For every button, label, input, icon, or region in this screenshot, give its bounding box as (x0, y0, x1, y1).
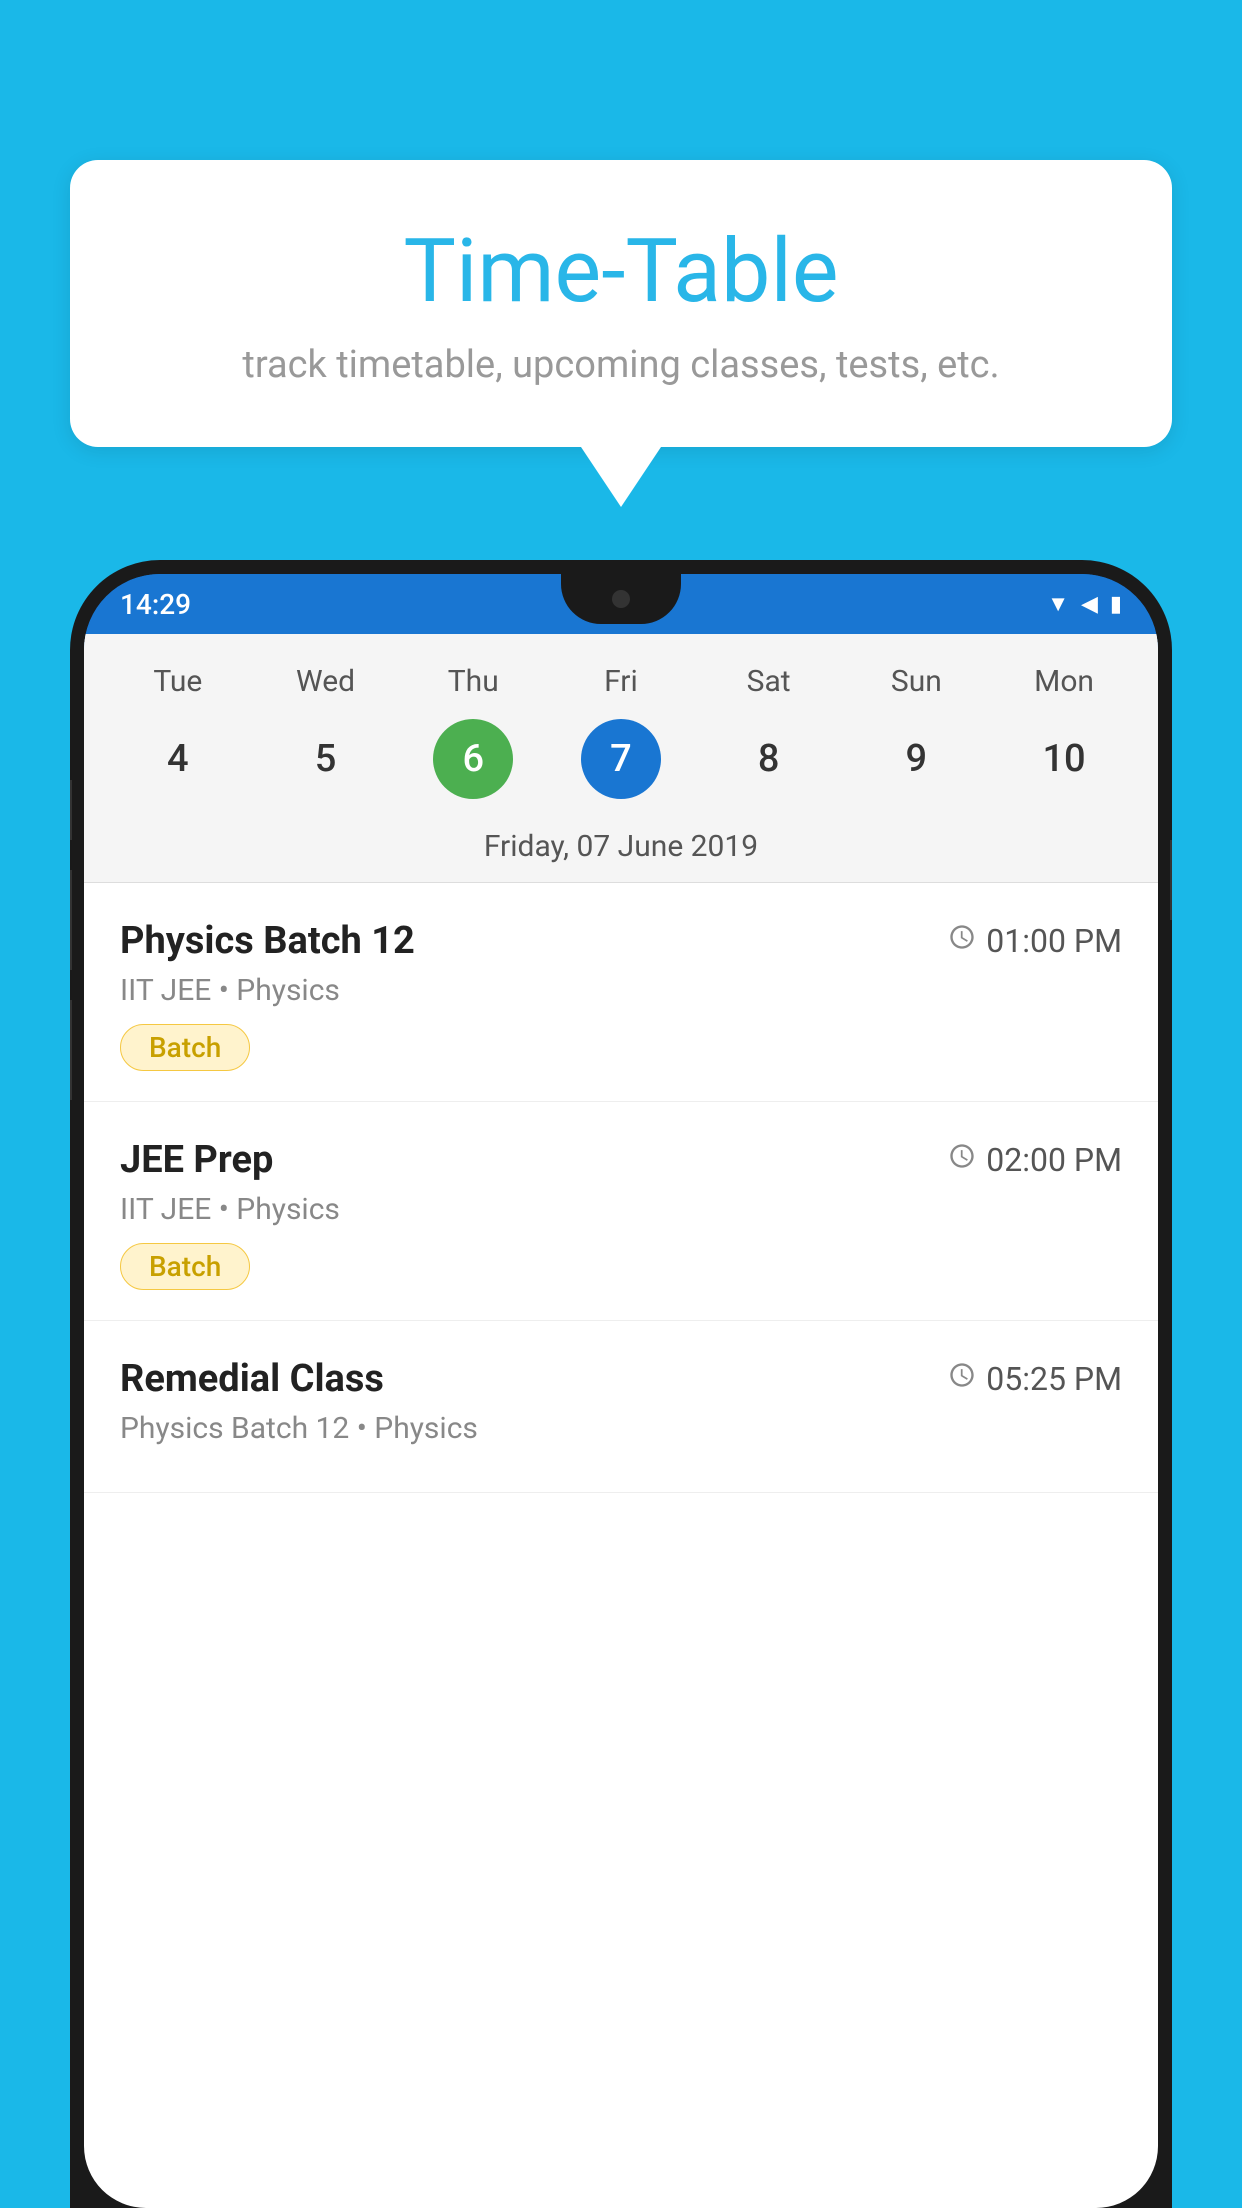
day-6-today[interactable]: 6 (433, 719, 513, 799)
schedule-list: Physics Batch 12 01:00 PM IIT JEE • Phys… (84, 883, 1158, 1493)
clock-icon-1 (948, 923, 976, 959)
schedule-item-time-1: 01:00 PM (948, 922, 1122, 960)
day-8[interactable]: 8 (729, 719, 809, 799)
screen-content: Tue Wed Thu Fri Sat Sun Mon 4 5 6 7 8 9 … (84, 634, 1158, 2208)
speech-bubble-arrow (581, 447, 661, 507)
wifi-icon (1047, 591, 1069, 617)
schedule-item-time-3: 05:25 PM (948, 1360, 1122, 1398)
clock-icon-3 (948, 1361, 976, 1397)
volume-up-button[interactable] (70, 780, 72, 840)
day-header-wed: Wed (261, 664, 391, 699)
schedule-item-subtitle-1: IIT JEE • Physics (120, 973, 1122, 1008)
battery-icon (1110, 592, 1122, 617)
day-headers: Tue Wed Thu Fri Sat Sun Mon (84, 654, 1158, 709)
calendar-strip: Tue Wed Thu Fri Sat Sun Mon 4 5 6 7 8 9 … (84, 634, 1158, 883)
camera-dot (612, 590, 630, 608)
day-header-sat: Sat (704, 664, 834, 699)
clock-icon-2 (948, 1142, 976, 1178)
signal-icon (1081, 592, 1098, 617)
batch-badge-1: Batch (120, 1024, 250, 1071)
time-text-3: 05:25 PM (986, 1360, 1122, 1398)
schedule-item-subtitle-3: Physics Batch 12 • Physics (120, 1411, 1122, 1446)
day-header-fri: Fri (556, 664, 686, 699)
speech-bubble-container: Time-Table track timetable, upcoming cla… (70, 160, 1172, 507)
schedule-item-title-2: JEE Prep (120, 1138, 273, 1182)
schedule-item-time-2: 02:00 PM (948, 1141, 1122, 1179)
speech-bubble-title: Time-Table (150, 220, 1092, 323)
speech-bubble-subtitle: track timetable, upcoming classes, tests… (150, 343, 1092, 387)
batch-badge-2: Batch (120, 1243, 250, 1290)
schedule-item-jee-prep[interactable]: JEE Prep 02:00 PM IIT JEE • Physics Batc… (84, 1102, 1158, 1321)
phone-inner: 14:29 Learning Light (84, 574, 1158, 2208)
power-button[interactable] (1170, 840, 1172, 920)
status-bar: 14:29 (84, 574, 1158, 634)
day-10[interactable]: 10 (1024, 719, 1104, 799)
assistant-button[interactable] (70, 1000, 72, 1100)
status-time: 14:29 (120, 588, 191, 621)
speech-bubble: Time-Table track timetable, upcoming cla… (70, 160, 1172, 447)
day-header-thu: Thu (408, 664, 538, 699)
day-header-tue: Tue (113, 664, 243, 699)
selected-date-label: Friday, 07 June 2019 (84, 819, 1158, 883)
day-9[interactable]: 9 (876, 719, 956, 799)
day-7-selected[interactable]: 7 (581, 719, 661, 799)
schedule-item-header-3: Remedial Class 05:25 PM (120, 1357, 1122, 1401)
schedule-item-physics-batch-12[interactable]: Physics Batch 12 01:00 PM IIT JEE • Phys… (84, 883, 1158, 1102)
day-header-mon: Mon (999, 664, 1129, 699)
volume-down-button[interactable] (70, 870, 72, 970)
time-text-2: 02:00 PM (986, 1141, 1122, 1179)
schedule-item-title-1: Physics Batch 12 (120, 919, 415, 963)
schedule-item-header-1: Physics Batch 12 01:00 PM (120, 919, 1122, 963)
schedule-item-subtitle-2: IIT JEE • Physics (120, 1192, 1122, 1227)
status-icons (1047, 591, 1122, 617)
phone-frame: 14:29 Learning Light (70, 560, 1172, 2208)
day-4[interactable]: 4 (138, 719, 218, 799)
day-header-sun: Sun (851, 664, 981, 699)
schedule-item-remedial-class[interactable]: Remedial Class 05:25 PM Physics Batch 12… (84, 1321, 1158, 1493)
day-5[interactable]: 5 (286, 719, 366, 799)
notch (561, 574, 681, 624)
schedule-item-header-2: JEE Prep 02:00 PM (120, 1138, 1122, 1182)
day-numbers: 4 5 6 7 8 9 10 (84, 709, 1158, 819)
time-text-1: 01:00 PM (986, 922, 1122, 960)
schedule-item-title-3: Remedial Class (120, 1357, 384, 1401)
